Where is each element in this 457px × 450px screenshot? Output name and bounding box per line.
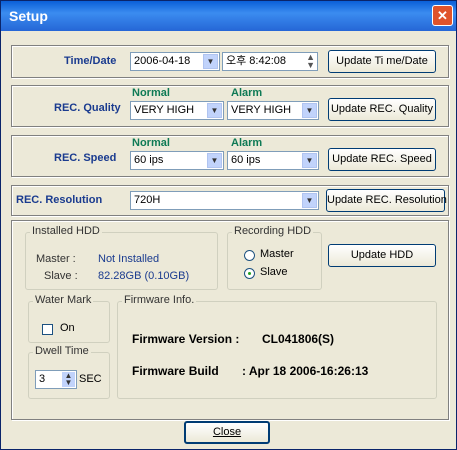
master-value: Not Installed <box>98 253 160 265</box>
time-field[interactable]: 오후 8:42:08 ▲ ▼ <box>222 52 318 71</box>
water-mark-checkbox[interactable] <box>42 324 53 335</box>
quality-normal-select[interactable]: VERY HIGH ▼ <box>130 101 224 120</box>
chevron-down-icon[interactable]: ▼ <box>207 103 222 118</box>
firmware-build-value: : Apr 18 2006-16:26:13 <box>242 364 369 378</box>
rec-speed-panel: Normal Alarm REC. Speed 60 ips ▼ 60 ips … <box>11 135 449 177</box>
setup-dialog: Setup ✕ Time/Date 2006-04-18 ▼ 오후 8:42:0… <box>0 0 457 450</box>
rec-resolution-panel: REC. Resolution 720H ▼ Update REC. Resol… <box>11 185 449 216</box>
speed-normal-header: Normal <box>132 137 170 149</box>
rec-quality-panel: Normal Alarm REC. Quality VERY HIGH ▼ VE… <box>11 85 449 127</box>
firmware-info-group: Firmware Info. Firmware Version : CL0418… <box>117 294 437 399</box>
master-label: Master : <box>36 253 76 265</box>
recording-hdd-group: Recording HDD Master Slave <box>227 225 322 290</box>
rec-speed-label: REC. Speed <box>54 152 117 164</box>
date-value: 2006-04-18 <box>134 55 191 67</box>
quality-normal-header: Normal <box>132 87 170 99</box>
close-button[interactable]: Close <box>184 421 270 444</box>
radio-master-label[interactable]: Master <box>260 248 294 260</box>
dwell-time-input[interactable]: 3 ▲ ▼ <box>35 370 77 389</box>
quality-alarm-header: Alarm <box>231 87 263 99</box>
water-mark-group: Water Mark On <box>28 294 110 343</box>
window-close-button[interactable]: ✕ <box>432 5 453 26</box>
time-date-panel: Time/Date 2006-04-18 ▼ 오후 8:42:08 ▲ ▼ Upd… <box>11 45 449 78</box>
quality-alarm-value: VERY HIGH <box>231 104 292 116</box>
radio-slave-label[interactable]: Slave <box>260 266 288 278</box>
title-bar[interactable]: Setup ✕ <box>1 1 456 31</box>
water-mark-legend: Water Mark <box>33 294 94 306</box>
firmware-version-label: Firmware Version : <box>132 332 240 346</box>
speed-alarm-header: Alarm <box>231 137 263 149</box>
slave-value: 82.28GB (0.10GB) <box>98 270 190 282</box>
firmware-info-legend: Firmware Info. <box>122 294 197 306</box>
window-title: Setup <box>9 8 48 24</box>
dwell-time-unit: SEC <box>79 373 102 385</box>
update-rec-resolution-button[interactable]: Update REC. Resolution <box>326 189 447 212</box>
resolution-value: 720H <box>134 194 161 206</box>
chevron-down-icon[interactable]: ▼ <box>203 54 218 69</box>
dwell-time-group: Dwell Time 3 ▲ ▼ SEC <box>28 345 110 399</box>
radio-slave[interactable] <box>244 268 255 279</box>
update-rec-quality-button[interactable]: Update REC. Quality <box>328 98 436 121</box>
installed-hdd-group: Installed HDD Master : Not Installed Sla… <box>25 225 218 290</box>
quality-alarm-select[interactable]: VERY HIGH ▼ <box>227 101 319 120</box>
update-time-date-button[interactable]: Update Ti me/Date <box>328 50 436 73</box>
rec-quality-label: REC. Quality <box>54 102 121 114</box>
firmware-build-label: Firmware Build <box>132 364 219 378</box>
time-date-label: Time/Date <box>64 55 117 67</box>
speed-alarm-select[interactable]: 60 ips ▼ <box>227 151 319 170</box>
water-mark-checkbox-label[interactable]: On <box>60 322 75 334</box>
date-picker[interactable]: 2006-04-18 ▼ <box>130 52 220 71</box>
close-button-label: Close <box>212 426 242 438</box>
recording-hdd-legend: Recording HDD <box>232 225 314 237</box>
quality-normal-value: VERY HIGH <box>134 104 195 116</box>
speed-alarm-value: 60 ips <box>231 154 261 166</box>
radio-master[interactable] <box>244 250 255 261</box>
dwell-time-spin-icon[interactable]: ▲ ▼ <box>62 372 75 387</box>
speed-normal-value: 60 ips <box>134 154 164 166</box>
speed-normal-select[interactable]: 60 ips ▼ <box>130 151 224 170</box>
dwell-time-value: 3 <box>39 373 46 385</box>
chevron-down-icon[interactable]: ▼ <box>207 153 222 168</box>
chevron-down-icon[interactable]: ▼ <box>302 103 317 118</box>
time-spin-icon[interactable]: ▲ ▼ <box>306 53 315 70</box>
time-value: 오후 8:42:08 <box>226 55 286 67</box>
rec-resolution-label: REC. Resolution <box>16 194 103 206</box>
firmware-version-value: CL041806(S) <box>262 332 335 346</box>
update-rec-speed-button[interactable]: Update REC. Speed <box>328 148 436 171</box>
dwell-time-legend: Dwell Time <box>33 345 91 357</box>
update-hdd-button[interactable]: Update HDD <box>328 244 436 267</box>
slave-label: Slave : <box>44 270 78 282</box>
chevron-down-icon[interactable]: ▼ <box>302 193 317 208</box>
installed-hdd-legend: Installed HDD <box>30 225 102 237</box>
resolution-select[interactable]: 720H ▼ <box>130 191 319 210</box>
chevron-down-icon[interactable]: ▼ <box>302 153 317 168</box>
